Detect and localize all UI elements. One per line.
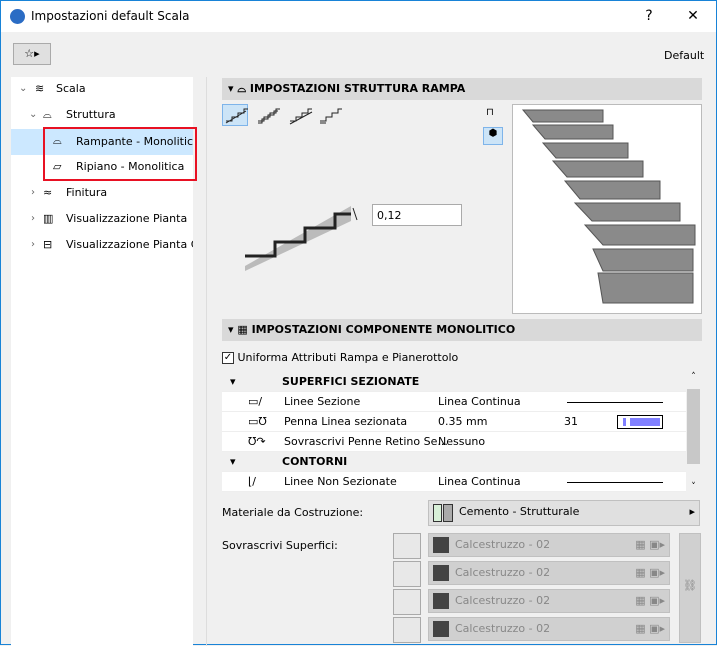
table-scrollbar[interactable]: ˄ ˅ [686,372,701,492]
title-bar: Impostazioni default Scala ? ✕ [1,1,716,32]
help-button[interactable]: ? [634,5,664,27]
section-line-icon: ▭/ [248,395,263,408]
finish-icon: ≈ [43,186,53,199]
favorites-button[interactable]: ☆▸ [13,43,51,65]
structure-icon: ⌓ [43,108,52,121]
stair-3d-preview [512,104,702,314]
surface-top-icon[interactable] [393,533,421,559]
plan-section-icon: ⊟ [43,238,53,251]
pen-color-swatch[interactable] [617,415,663,429]
material-picker[interactable]: Cemento - Strutturale ▸ [428,500,700,526]
monolithic-section-header[interactable]: ▾ ▦ IMPOSTAZIONI COMPONENTE MONOLITICO [222,319,702,341]
chevron-right-icon: ▸ [689,505,695,518]
link-surfaces-button[interactable]: ⛓ [679,533,701,643]
surface-picker[interactable]: Calcestruzzo - 02 ▦ ▣▸ [428,589,670,613]
table-row[interactable]: ⌊/Linee Non Sezionate Linea Continua [222,472,686,492]
uniform-checkbox[interactable]: ✓ [222,352,234,364]
tree-item-struttura[interactable]: ⌄ ⌓ Struttura [11,103,193,127]
selection-highlight-box [43,127,197,181]
3d-view-icon[interactable]: ⬢ [483,127,503,145]
surface-side-icon[interactable] [393,561,421,587]
tree-item-finitura[interactable]: › ≈ Finitura [11,181,193,205]
thickness-input[interactable] [372,204,462,226]
close-button[interactable]: ✕ [678,5,708,27]
ramp-section-header[interactable]: ▾ ⌓ IMPOSTAZIONI STRUTTURA RAMPA [222,78,702,100]
window-title: Impostazioni default Scala [31,9,190,23]
uncut-line-icon: ⌊/ [248,475,256,488]
collapse-icon[interactable]: ▾ [230,372,236,392]
surface-edge-icon[interactable] [393,589,421,615]
uniform-checkbox-row[interactable]: ✓ Uniforma Attributi Rampa e Pianerottol… [222,351,458,364]
stair-section-diagram [245,206,358,271]
floor-plan-icon: ▥ [43,212,54,225]
material-label: Materiale da Costruzione: [222,506,364,519]
line-preview [567,482,663,483]
surfaces-label: Sovrascrivi Superfici: [222,539,338,552]
surface-bottom-icon[interactable] [393,617,421,643]
attributes-table: ▾ SUPERFICI SEZIONATE ▭/Linee Sezione Line… [222,372,686,492]
line-preview [567,402,663,403]
chain-link-icon: ⛓ [683,579,697,592]
tree-item-visualizzazione-pianta[interactable]: › ▥ Visualizzazione Pianta [11,207,193,231]
tree-item-visualizzazione-pianta-co[interactable]: › ⊟ Visualizzazione Pianta Co [11,233,193,257]
stair-type-icons [225,108,342,125]
stair-icon: ≋ [35,82,45,95]
scrollbar-thumb[interactable] [687,389,700,464]
settings-tree: ⌄ ≋ Scala ⌄ ⌓ Struttura ⌓ Rampante - Monoliti… [11,77,197,646]
2d-view-icon[interactable]: ⊓ [486,107,494,118]
pattern-icon [433,621,449,637]
pen-icon: ▭Ʊ [248,415,267,428]
override-pen-icon: Ʊ↷ [248,435,266,448]
table-row[interactable]: Ʊ↷ Sovrascrivi Penne Retino Se... Nessuno [222,432,686,452]
material-swatch-icon [433,504,442,522]
pattern-icon [433,537,449,553]
pattern-icon [433,593,449,609]
surface-picker[interactable]: Calcestruzzo - 02 ▦ ▣▸ [428,561,670,585]
app-logo-icon [10,9,25,24]
collapse-icon[interactable]: ▾ [230,452,236,472]
surface-picker[interactable]: Calcestruzzo - 02 ▦ ▣▸ [428,533,670,557]
table-row[interactable]: ▭/Linee Sezione Linea Continua [222,392,686,412]
table-row[interactable]: ▭Ʊ Penna Linea sezionata 0.35 mm 31 [222,412,686,432]
pattern-icon [433,565,449,581]
divider [206,77,207,646]
default-label: Default [664,49,705,62]
surface-picker[interactable]: Calcestruzzo - 02 ▦ ▣▸ [428,617,670,641]
tree-item-scala[interactable]: ⌄ ≋ Scala [11,77,193,101]
